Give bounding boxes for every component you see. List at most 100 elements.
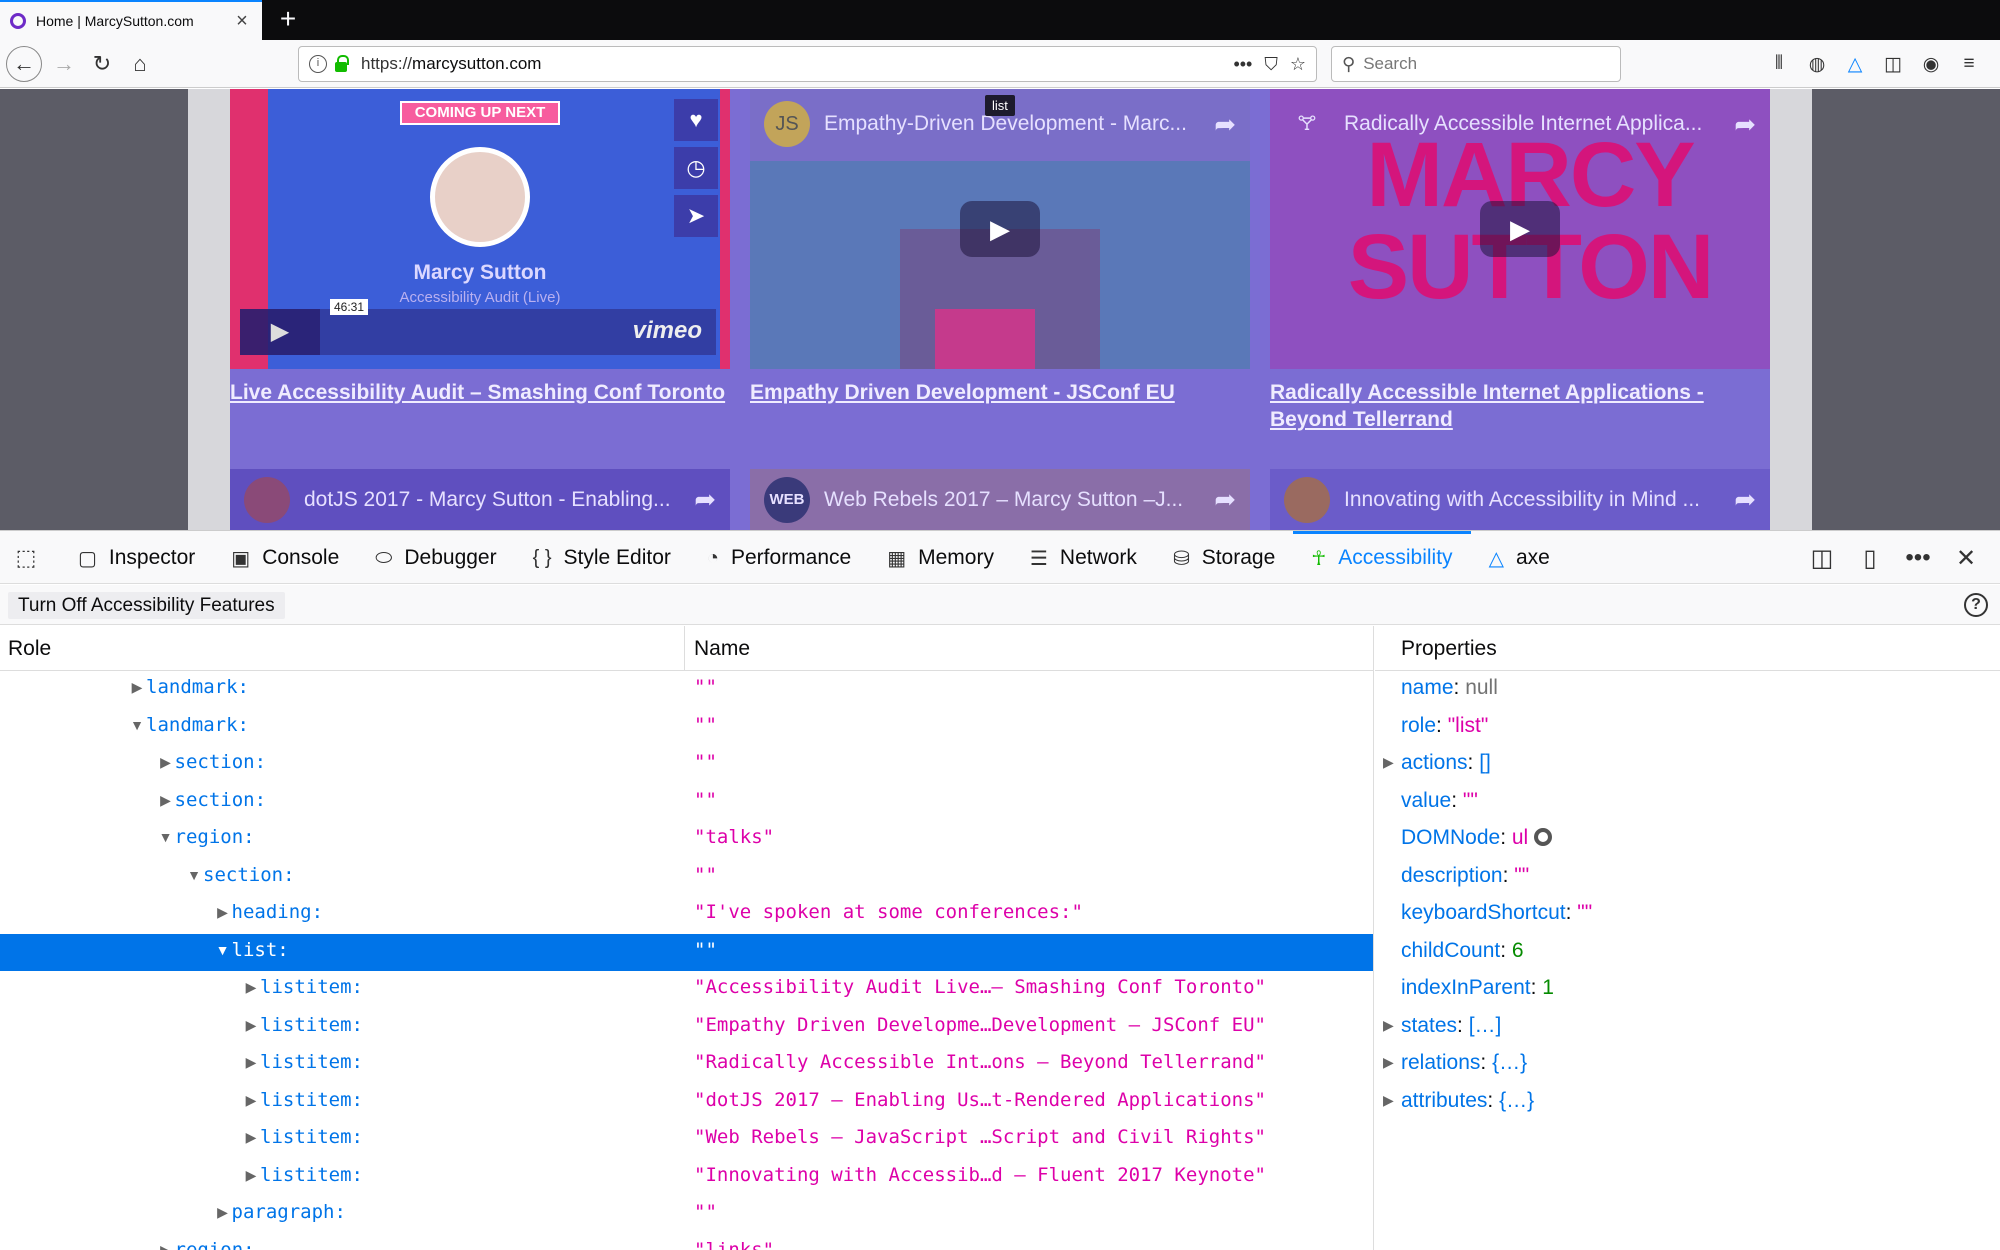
video-thumbnail-vimeo[interactable]: COMING UP NEXT Marcy Sutton Accessibilit…	[230, 89, 730, 369]
tree-row[interactable]: ▶ listitem: "Empathy Driven Developme…Deve…	[0, 1009, 1373, 1047]
tree-row[interactable]: ▶ paragraph: ""	[0, 1196, 1373, 1234]
video-thumbnail-innovating[interactable]: Innovating with Accessibility in Mind ..…	[1270, 469, 1770, 530]
element-picker-icon[interactable]: ⬚	[12, 545, 40, 571]
tab-network[interactable]: ☰ Network	[1012, 531, 1155, 585]
tab-memory[interactable]: ▦ Memory	[869, 531, 1012, 585]
url-text[interactable]: https://marcysutton.com	[361, 54, 1221, 74]
close-tab-icon[interactable]: ×	[232, 10, 252, 33]
tab-inspector[interactable]: ▢ Inspector	[60, 531, 213, 585]
property-row-attributes[interactable]: ▶ attributes: {…}	[1375, 1084, 2000, 1122]
video-title[interactable]: Empathy-Driven Development - Marc...	[824, 112, 1206, 136]
video-title[interactable]: Innovating with Accessibility in Mind ..…	[1344, 488, 1726, 512]
collapsed-twisty-icon[interactable]: ▶	[1383, 1092, 1394, 1109]
tree-row[interactable]: ▶ listitem: "Radically Accessible Int…ons …	[0, 1046, 1373, 1084]
video-thumbnail-dotjs[interactable]: dotJS 2017 - Marcy Sutton - Enabling... …	[230, 469, 730, 530]
tree-row[interactable]: ▼ landmark: ""	[0, 709, 1373, 747]
video-title[interactable]: dotJS 2017 - Marcy Sutton - Enabling...	[304, 488, 686, 512]
collapsed-twisty-icon[interactable]: ▶	[244, 1054, 258, 1071]
share-icon[interactable]: ➦	[1214, 109, 1236, 140]
play-icon[interactable]: ▶	[1480, 201, 1560, 257]
property-value[interactable]: ul	[1512, 826, 1528, 849]
collapsed-twisty-icon[interactable]: ▶	[216, 1204, 230, 1221]
site-info-icon[interactable]: i	[309, 55, 327, 73]
page-actions-icon[interactable]: •••	[1233, 54, 1252, 75]
sidebar-icon[interactable]: ◫	[1874, 53, 1912, 76]
video-title[interactable]: Web Rebels 2017 – Marcy Sutton –J...	[824, 488, 1206, 512]
role-column-header[interactable]: Role	[8, 637, 51, 661]
name-column-header[interactable]: Name	[694, 637, 750, 661]
video-thumbnail-web-rebels[interactable]: WEB Web Rebels 2017 – Marcy Sutton –J...…	[750, 469, 1250, 530]
home-button[interactable]: ⌂	[122, 46, 158, 82]
collapsed-twisty-icon[interactable]: ▶	[1383, 1017, 1394, 1034]
responsive-design-icon[interactable]: ▯	[1846, 544, 1894, 573]
property-row-actions[interactable]: ▶ actions: []	[1375, 746, 2000, 784]
share-icon[interactable]: ➦	[1734, 109, 1756, 140]
collapsed-twisty-icon[interactable]: ▶	[244, 979, 258, 996]
expanded-twisty-icon[interactable]: ▼	[159, 829, 173, 845]
collapsed-twisty-icon[interactable]: ▶	[244, 1017, 258, 1034]
tree-row[interactable]: ▶ listitem: "Web Rebels – JavaScript …Scri…	[0, 1121, 1373, 1159]
tab-axe[interactable]: △ axe	[1471, 531, 1568, 585]
bookmark-star-icon[interactable]: ☆	[1290, 54, 1306, 75]
collapsed-twisty-icon[interactable]: ▶	[159, 1242, 173, 1250]
tree-row[interactable]: ▼ region: "talks"	[0, 821, 1373, 859]
tree-row[interactable]: ▶ listitem: "dotJS 2017 – Enabling Us…t-Re…	[0, 1084, 1373, 1122]
extension-globe-icon[interactable]: ◍	[1798, 53, 1836, 76]
expanded-twisty-icon[interactable]: ▼	[187, 867, 201, 883]
collapsed-twisty-icon[interactable]: ▶	[130, 679, 144, 696]
tree-row[interactable]: ▶ listitem: "Innovating with Accessib…d – …	[0, 1159, 1373, 1197]
collapsed-twisty-icon[interactable]: ▶	[244, 1129, 258, 1146]
inspect-node-icon[interactable]	[1534, 828, 1553, 846]
tree-row[interactable]: ▼ section: ""	[0, 859, 1373, 897]
play-icon[interactable]: ▶	[960, 201, 1040, 257]
expanded-twisty-icon[interactable]: ▼	[130, 717, 144, 733]
tab-console[interactable]: ▣ Console	[213, 531, 357, 585]
tree-row[interactable]: ▶ section: ""	[0, 784, 1373, 822]
collapsed-twisty-icon[interactable]: ▶	[1383, 1054, 1394, 1071]
back-button[interactable]: ←	[6, 46, 42, 82]
expanded-twisty-icon[interactable]: ▼	[216, 942, 230, 958]
tab-accessibility[interactable]: ☥ Accessibility	[1293, 531, 1471, 585]
axe-extension-icon[interactable]: △	[1836, 53, 1874, 76]
library-icon[interactable]: ⫴	[1760, 53, 1798, 75]
more-options-icon[interactable]: •••	[1894, 544, 1942, 572]
tab-style-editor[interactable]: { } Style Editor	[515, 531, 689, 585]
share-icon[interactable]: ➦	[1214, 484, 1236, 515]
collapsed-twisty-icon[interactable]: ▶	[216, 904, 230, 921]
talk-link-jsconf[interactable]: Empathy Driven Development - JSConf EU	[750, 379, 1175, 406]
property-row-relations[interactable]: ▶ relations: {…}	[1375, 1046, 2000, 1084]
share-icon[interactable]: ➦	[694, 484, 716, 515]
talk-link-smashing[interactable]: Live Accessibility Audit – Smashing Conf…	[230, 379, 725, 406]
tree-row[interactable]: ▶ heading: "I've spoken at some conference…	[0, 896, 1373, 934]
reload-button[interactable]: ↻	[84, 46, 120, 82]
share-icon[interactable]: ➦	[1734, 484, 1756, 515]
talk-link-beyond-tellerrand[interactable]: Radically Accessible Internet Applicatio…	[1270, 379, 1770, 433]
close-devtools-icon[interactable]: ✕	[1942, 544, 1990, 573]
video-title[interactable]: Radically Accessible Internet Applica...	[1344, 112, 1726, 136]
video-thumbnail-empathy[interactable]: JS Empathy-Driven Development - Marc... …	[750, 89, 1250, 369]
video-thumbnail-radically[interactable]: MARCY SUTTON 🝖 Radically Accessible Inte…	[1270, 89, 1770, 369]
vimeo-logo[interactable]: vimeo	[633, 317, 702, 345]
turn-off-accessibility-button[interactable]: Turn Off Accessibility Features	[8, 592, 285, 619]
tab-debugger[interactable]: ⬭ Debugger	[357, 531, 514, 585]
extension-icon[interactable]: ◉	[1912, 53, 1950, 76]
pocket-icon[interactable]: ⛉	[1264, 54, 1278, 75]
collapsed-twisty-icon[interactable]: ▶	[244, 1092, 258, 1109]
property-row-states[interactable]: ▶ states: […]	[1375, 1009, 2000, 1047]
collapsed-twisty-icon[interactable]: ▶	[159, 754, 173, 771]
play-icon[interactable]: ▶	[240, 309, 320, 355]
tree-row[interactable]: ▶ listitem: "Accessibility Audit Live…– Sm…	[0, 971, 1373, 1009]
forward-button[interactable]: →	[46, 46, 82, 82]
tab-storage[interactable]: ⛁ Storage	[1155, 531, 1293, 585]
browser-tab[interactable]: Home | MarcySutton.com ×	[0, 0, 262, 40]
tree-row[interactable]: ▶ landmark: ""	[0, 671, 1373, 709]
tree-row[interactable]: ▼ list: ""	[0, 933, 1373, 971]
menu-icon[interactable]: ≡	[1950, 53, 1988, 75]
like-icon[interactable]: ♥	[674, 99, 718, 141]
new-tab-button[interactable]: +	[272, 4, 304, 36]
collapsed-twisty-icon[interactable]: ▶	[244, 1167, 258, 1184]
tab-performance[interactable]: ◔ Performance	[689, 531, 869, 585]
tree-row[interactable]: ▶ region: "links"	[0, 1234, 1373, 1250]
watch-later-icon[interactable]: ◷	[674, 147, 718, 189]
share-icon[interactable]: ➤	[674, 195, 718, 237]
